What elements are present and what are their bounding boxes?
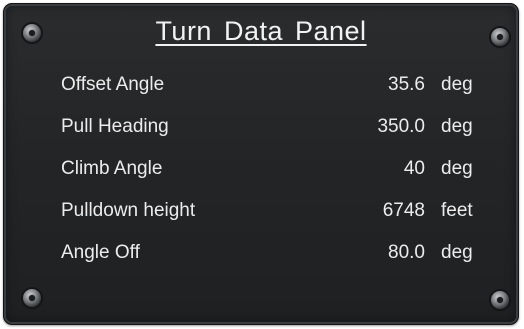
- screw-icon: [491, 291, 509, 309]
- row-unit: feet: [441, 200, 473, 221]
- row-label: Pulldown height: [61, 200, 196, 221]
- row-unit: deg: [441, 158, 473, 179]
- turn-data-panel: Turn Data Panel Offset Angle 35.6 deg Pu…: [3, 3, 519, 325]
- panel-title: Turn Data Panel: [4, 16, 518, 47]
- screw-icon: [23, 289, 41, 307]
- row-label: Pull Heading: [61, 116, 169, 137]
- data-rows: Offset Angle 35.6 deg Pull Heading 350.0…: [4, 74, 518, 284]
- row-offset-angle: Offset Angle 35.6 deg: [4, 74, 518, 116]
- row-value: 35.6: [388, 74, 425, 95]
- row-label: Climb Angle: [61, 158, 163, 179]
- row-label: Offset Angle: [61, 74, 165, 95]
- row-value: 40: [403, 158, 425, 179]
- row-unit: deg: [441, 242, 473, 263]
- row-unit: deg: [441, 116, 473, 137]
- row-value: 350.0: [377, 116, 425, 137]
- row-angle-off: Angle Off 80.0 deg: [4, 242, 518, 284]
- row-value: 80.0: [388, 242, 425, 263]
- row-pulldown-height: Pulldown height 6748 feet: [4, 200, 518, 242]
- row-pull-heading: Pull Heading 350.0 deg: [4, 116, 518, 158]
- row-value: 6748: [382, 200, 425, 221]
- panel-title-text: Turn Data Panel: [155, 16, 367, 46]
- row-unit: deg: [441, 74, 473, 95]
- row-climb-angle: Climb Angle 40 deg: [4, 158, 518, 200]
- row-label: Angle Off: [61, 242, 140, 263]
